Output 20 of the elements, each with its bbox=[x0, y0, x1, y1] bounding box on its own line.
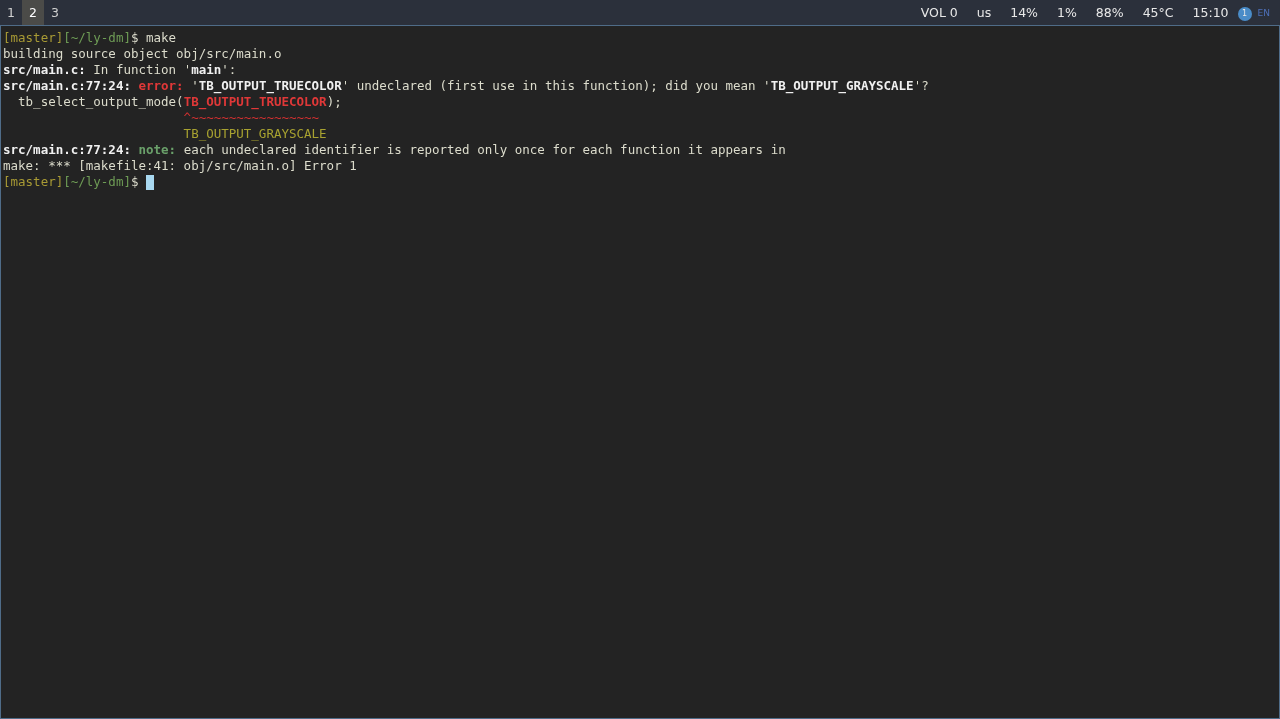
workspace-tab[interactable]: 2 bbox=[22, 0, 44, 25]
terminal-line: tb_select_output_mode(TB_OUTPUT_TRUECOLOR); bbox=[17, 94, 342, 110]
status-item: VOL 0 bbox=[920, 5, 958, 20]
terminal-line: make: *** [makefile:41: obj/src/main.o] Error 1 bbox=[3, 158, 357, 174]
terminal-line: [master][~/ly-dm]$ bbox=[3, 174, 140, 190]
terminal-line: src/main.c:77:24: note: each undeclared identifier is reported only once for each function it appears in bbox=[3, 142, 786, 158]
workspace-tab[interactable]: 1 bbox=[0, 0, 22, 25]
status-item: 88% bbox=[1095, 5, 1124, 20]
terminal-line: src/main.c: In function 'main': bbox=[3, 62, 237, 78]
status-item: us bbox=[976, 5, 992, 20]
status-item: 15:10 bbox=[1192, 5, 1229, 20]
status-item: 1% bbox=[1057, 5, 1077, 20]
terminal-line: TB_OUTPUT_GRAYSCALE bbox=[182, 126, 327, 142]
status-item: 14% bbox=[1010, 5, 1038, 20]
terminal-line: [master][~/ly-dm]$ make bbox=[3, 30, 177, 46]
workspace-tab[interactable]: 3 bbox=[44, 0, 66, 25]
terminal-line: src/main.c:77:24: error: 'TB_OUTPUT_TRUECOLOR' undeclared (first use in this function); did you mean 'TB_OUTPUT_GRAYSCALE'? bbox=[3, 78, 929, 94]
terminal-line: building source object obj/src/main.o bbox=[3, 46, 282, 62]
status-item: 45°C bbox=[1142, 5, 1174, 20]
terminal-line: ^~~~~~~~~~~~~~~~~~ bbox=[182, 110, 320, 126]
